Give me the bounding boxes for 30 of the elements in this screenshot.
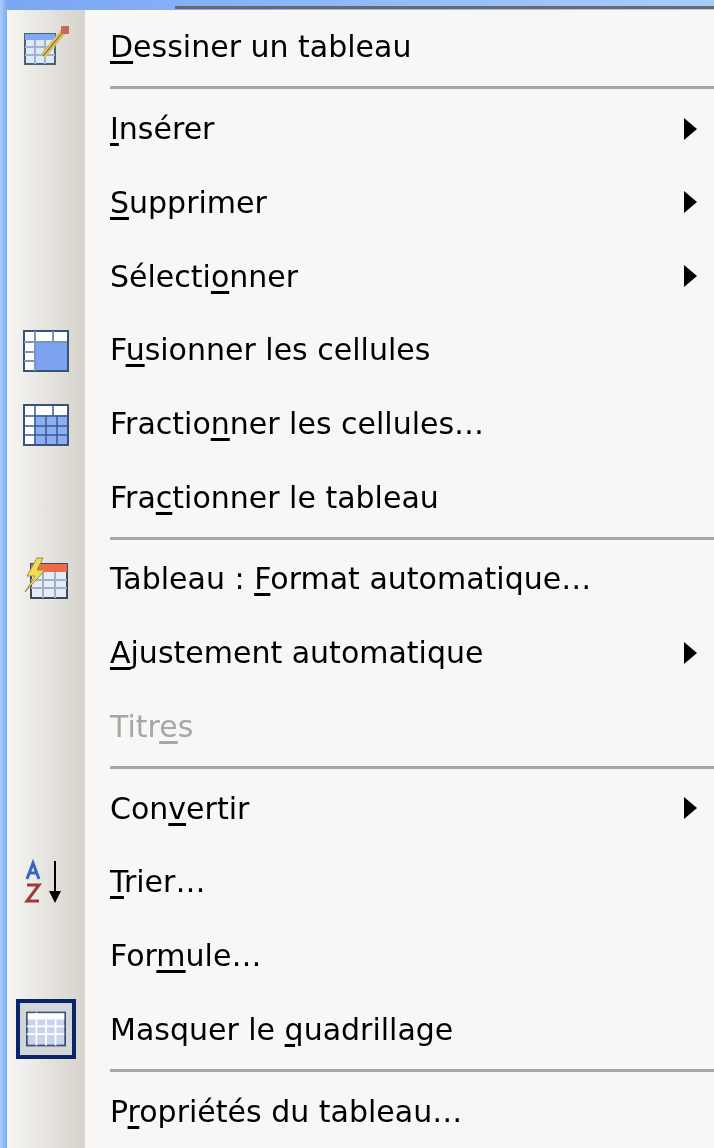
menu-item-label: Titres [110, 708, 195, 744]
menu-item[interactable]: Propriétés du tableau… [7, 1074, 714, 1148]
menu-item[interactable]: Dessiner un tableau [7, 10, 714, 84]
menu-item[interactable]: Fusionner les cellules [7, 312, 714, 387]
menu-item-label: Fractionner les cellules… [110, 406, 486, 441]
menu-item[interactable]: Fractionner les cellules… [7, 386, 714, 461]
menu-item-label: Tableau : Format automatique… [110, 561, 593, 597]
menu-item[interactable]: Masquer le quadrillage [7, 992, 714, 1067]
menu-item-label: Fusionner les cellules [110, 332, 432, 368]
table-lightning-icon [23, 555, 69, 602]
menu-item-label: Sélectionner [110, 258, 300, 294]
menu-item[interactable]: Formule… [7, 918, 714, 993]
menu-item-label: Convertir [110, 790, 251, 826]
menu-item[interactable]: Ajustement automatique [7, 615, 714, 690]
menu-item[interactable]: Convertir [7, 771, 714, 845]
menu-item-label: Supprimer [110, 184, 268, 220]
menu-item[interactable]: Sélectionner [7, 239, 714, 313]
menu-item[interactable]: Tableau : Format automatique… [7, 542, 714, 616]
menu-item-label: Trier… [110, 864, 207, 900]
menu-item-label: Insérer [110, 111, 216, 147]
menu-item-label: Formule… [110, 938, 263, 974]
menu-item-label: Propriétés du tableau… [110, 1093, 464, 1129]
menu-item[interactable]: Supprimer [7, 165, 714, 240]
menu-item[interactable]: Fractionner le tableau [7, 460, 714, 535]
menu-item-label: Fractionner le tableau [110, 479, 440, 515]
menu-item-label: Ajustement automatique [110, 635, 485, 671]
menu-item[interactable]: Insérer [7, 91, 714, 166]
menu-item-label: Dessiner un tableau [110, 29, 413, 65]
menu-item-label: Masquer le quadrillage [110, 1011, 455, 1047]
menu-item[interactable]: Trier… [7, 845, 714, 919]
